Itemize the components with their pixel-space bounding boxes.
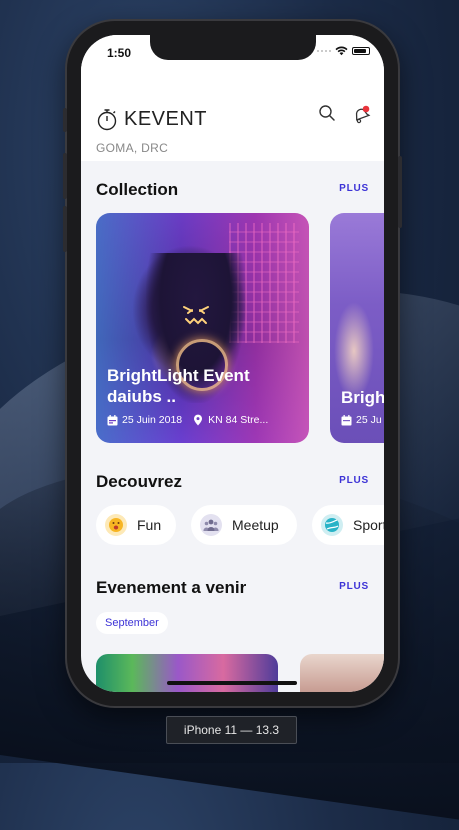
event-card-date: 25 Ju [356, 414, 382, 426]
power-button [398, 156, 402, 228]
category-chip-fun[interactable]: Fun [96, 505, 176, 545]
category-chip-sport[interactable]: Sport [312, 505, 384, 545]
upcoming-event-thumbnail[interactable] [300, 654, 384, 692]
upcoming-more-link[interactable]: PLUS [339, 581, 369, 592]
category-label: Fun [137, 517, 162, 533]
home-indicator[interactable] [167, 681, 297, 685]
collection-title: Collection [96, 180, 179, 199]
discover-more-link[interactable]: PLUS [339, 475, 369, 486]
search-icon [319, 105, 335, 121]
status-time: 1:50 [107, 46, 132, 60]
event-card[interactable]: Brigh 25 Ju [330, 213, 384, 443]
search-button[interactable] [318, 104, 336, 127]
category-label: Meetup [232, 517, 279, 533]
upcoming-title: Evenement a venir [96, 578, 247, 597]
event-card-title-line1: BrightLight Event [107, 366, 250, 385]
event-card-title: BrightLight Event daiubs .. [107, 365, 250, 407]
event-card-title-line2: daiubs .. [107, 387, 176, 406]
battery-icon [352, 47, 370, 55]
event-card-place: KN 84 Stre... [208, 414, 269, 426]
month-filter-chip[interactable]: September [96, 612, 168, 634]
ball-icon [321, 514, 343, 536]
app-name: KEVENT [124, 107, 208, 130]
notifications-button[interactable] [351, 104, 371, 129]
location-label: GOMA, DRC [96, 141, 169, 155]
signal-icon [317, 50, 331, 52]
event-card-date: 25 Juin 2018 [122, 414, 183, 426]
notch [150, 35, 316, 60]
app-logo: KEVENT [96, 107, 207, 131]
upcoming-event-thumbnail[interactable] [96, 654, 278, 692]
neon-mask-image [183, 306, 209, 325]
phone-frame: 1:50 KEVENT GOMA, DRC Collection PLUS Br… [63, 21, 402, 706]
collection-more-link[interactable]: PLUS [339, 183, 369, 194]
status-icons [317, 46, 370, 56]
location-pin-icon [194, 414, 203, 426]
bell-icon [355, 105, 371, 124]
category-chip-meetup[interactable]: Meetup [191, 505, 297, 545]
category-label: Sport [353, 517, 384, 533]
stopwatch-icon [97, 109, 117, 131]
mute-switch [63, 108, 67, 132]
volume-down-button [63, 206, 67, 252]
volume-up-button [63, 153, 67, 199]
event-card-title: Brigh [341, 388, 384, 407]
calendar-icon [341, 414, 352, 425]
simulator-device-label: iPhone 11 — 13.3 [166, 716, 297, 744]
event-card-meta: 25 Juin 2018 KN 84 Stre... [107, 414, 268, 426]
app-screen: 1:50 KEVENT GOMA, DRC Collection PLUS Br… [81, 35, 384, 692]
wifi-icon [335, 46, 348, 56]
discover-title: Decouvrez [96, 472, 182, 491]
people-icon [200, 514, 222, 536]
calendar-icon [107, 414, 118, 425]
smiley-icon [105, 514, 127, 536]
event-card[interactable]: BrightLight Event daiubs .. 25 Juin 2018… [96, 213, 309, 443]
event-card-meta: 25 Ju [341, 414, 382, 426]
